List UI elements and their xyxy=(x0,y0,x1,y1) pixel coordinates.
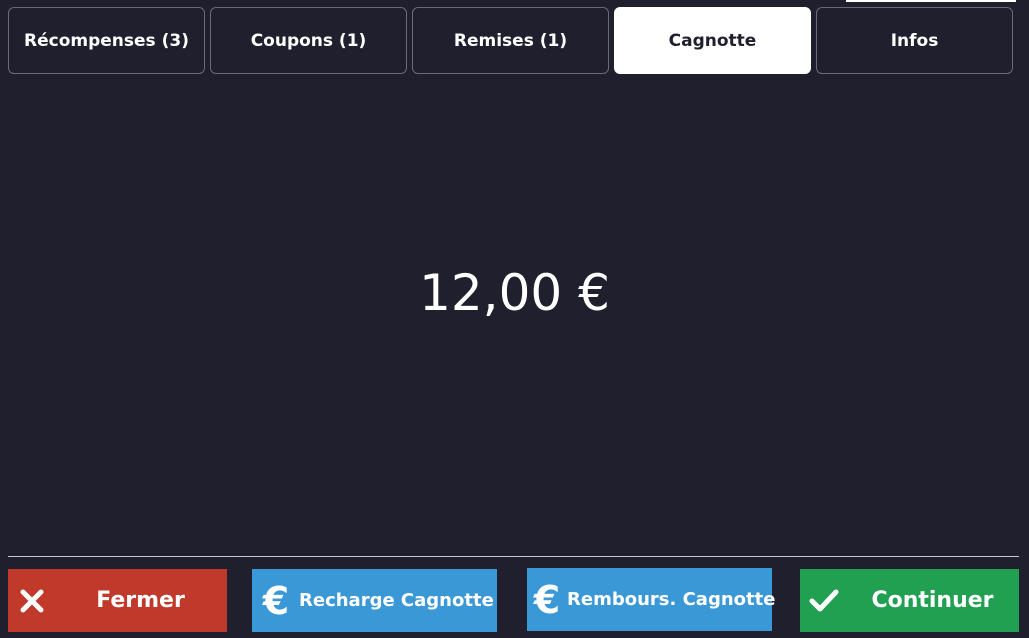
check-icon xyxy=(806,569,842,632)
recharge-cagnotte-label: Recharge Cagnotte xyxy=(299,590,494,611)
tab-recompenses-label: Récompenses (3) xyxy=(24,30,189,51)
tab-coupons-label: Coupons (1) xyxy=(250,30,367,51)
refund-cagnotte-button[interactable]: € Rembours. Cagnotte xyxy=(527,568,776,631)
continue-button[interactable]: Continuer xyxy=(800,569,1019,632)
tab-infos-label: Infos xyxy=(890,30,939,51)
tab-remises-label: Remises (1) xyxy=(453,30,568,51)
top-edge-line xyxy=(846,0,1016,2)
footer-divider xyxy=(8,556,1019,557)
tab-cagnotte-label: Cagnotte xyxy=(668,30,757,51)
tab-remises[interactable]: Remises (1) xyxy=(412,7,609,74)
tab-recompenses[interactable]: Récompenses (3) xyxy=(8,7,205,74)
tab-cagnotte[interactable]: Cagnotte xyxy=(614,7,811,74)
continue-button-label: Continuer xyxy=(871,588,994,613)
close-icon xyxy=(14,569,50,632)
close-button-label: Fermer xyxy=(96,588,185,613)
tab-infos[interactable]: Infos xyxy=(816,7,1013,74)
close-button[interactable]: Fermer xyxy=(8,569,227,632)
cagnotte-balance: 12,00 € xyxy=(419,264,610,322)
euro-icon: € xyxy=(533,577,561,622)
refund-cagnotte-label: Rembours. Cagnotte xyxy=(567,589,776,610)
euro-icon: € xyxy=(262,578,290,623)
tab-bar: Récompenses (3) Coupons (1) Remises (1) … xyxy=(8,7,1016,76)
tab-coupons[interactable]: Coupons (1) xyxy=(210,7,407,74)
recharge-cagnotte-button[interactable]: € Recharge Cagnotte xyxy=(252,569,497,632)
